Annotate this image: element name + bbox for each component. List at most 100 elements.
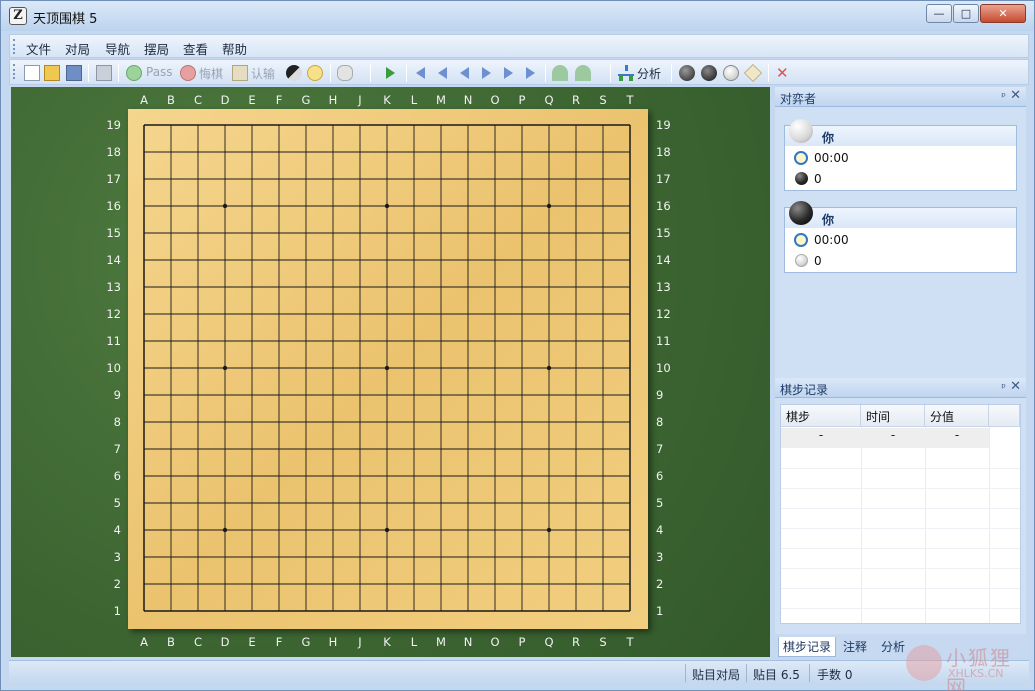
black-player-header: 你 — [785, 201, 1016, 228]
row-label: 13 — [106, 280, 121, 294]
grid-line — [781, 508, 1020, 509]
menu-view[interactable]: 查看 — [183, 39, 208, 58]
menu-help[interactable]: 帮助 — [222, 39, 247, 58]
column-label: G — [301, 635, 311, 649]
table-cell[interactable]: - — [925, 428, 989, 448]
maximize-button[interactable]: □ — [953, 4, 979, 23]
tab-analysis[interactable]: 分析 — [877, 637, 909, 656]
pass-button[interactable]: Pass — [146, 65, 173, 81]
prev-icon[interactable] — [457, 65, 473, 81]
clock-icon — [794, 151, 808, 165]
row-label: 2 — [656, 577, 664, 591]
play-icon[interactable] — [383, 65, 399, 81]
menu-navigate[interactable]: 导航 — [105, 39, 130, 58]
star-point — [546, 365, 552, 371]
column-label: K — [383, 93, 391, 107]
board-grid[interactable] — [128, 109, 648, 629]
open-icon[interactable] — [44, 65, 60, 81]
tab-comments[interactable]: 注释 — [839, 637, 871, 656]
column-label: E — [248, 93, 256, 107]
score-icon[interactable] — [286, 65, 302, 81]
close-button[interactable]: ✕ — [980, 4, 1026, 23]
star-point — [384, 203, 390, 209]
column-label: C — [193, 93, 203, 107]
table-cell[interactable]: - — [781, 428, 861, 448]
first-icon[interactable] — [413, 65, 429, 81]
column-header-time[interactable]: 时间 — [861, 405, 925, 427]
next-icon[interactable] — [479, 65, 495, 81]
black-player-card: 你 00:00 0 — [784, 201, 1017, 273]
status-komi: 贴目 6.5 — [753, 668, 800, 682]
white-stone-icon[interactable] — [723, 65, 739, 81]
column-label: G — [301, 93, 311, 107]
status-move-count: 手数 0 — [817, 668, 853, 682]
go-board[interactable] — [128, 109, 648, 629]
row-label: 17 — [656, 172, 671, 186]
close-panel-icon[interactable]: ✕ — [1010, 88, 1021, 103]
undo-button[interactable]: 悔棋 — [199, 65, 223, 81]
column-label: L — [410, 93, 418, 107]
tab-move-record[interactable]: 棋步记录 — [778, 637, 837, 657]
undo-icon[interactable] — [180, 65, 196, 81]
row-label: 13 — [656, 280, 671, 294]
pin-icon[interactable]: ᵖ — [1001, 90, 1006, 103]
black-stone-icon[interactable] — [701, 65, 717, 81]
delete-icon[interactable]: ✕ — [776, 65, 792, 81]
menu-game[interactable]: 对局 — [65, 39, 90, 58]
black-player-name: 你 — [822, 213, 835, 227]
toolbar-separator — [610, 64, 611, 82]
pass-icon[interactable] — [126, 65, 142, 81]
resign-icon[interactable] — [232, 65, 248, 81]
rotate-left-icon[interactable] — [552, 65, 568, 81]
column-header-move[interactable]: 棋步 — [781, 405, 861, 427]
resign-button[interactable]: 认输 — [251, 65, 275, 81]
menu-setup[interactable]: 摆局 — [144, 39, 169, 58]
black-captures: 0 — [814, 254, 822, 268]
new-icon[interactable] — [24, 65, 40, 81]
grid-line — [989, 405, 990, 623]
clock-icon — [794, 233, 808, 247]
app-window: Z 天顶围棋 5 — □ ✕ 文件 对局 导航 摆局 查看 帮助 Pass 悔棋… — [0, 0, 1035, 691]
minimize-button[interactable]: — — [926, 4, 952, 23]
status-separator — [809, 664, 810, 682]
row-label: 8 — [113, 415, 121, 429]
star-point — [222, 365, 228, 371]
column-label: O — [490, 635, 500, 649]
menu-bar: 文件 对局 导航 摆局 查看 帮助 — [9, 34, 1029, 58]
menu-file[interactable]: 文件 — [26, 39, 51, 58]
hint-icon[interactable] — [307, 65, 323, 81]
cup-icon[interactable] — [337, 65, 353, 81]
save-icon[interactable] — [66, 65, 82, 81]
rotate-right-icon[interactable] — [575, 65, 591, 81]
last-icon[interactable] — [523, 65, 539, 81]
next10-icon[interactable] — [501, 65, 517, 81]
analyze-button[interactable]: 分析 — [637, 65, 661, 81]
row-label: 5 — [113, 496, 121, 510]
column-label: B — [167, 93, 175, 107]
analyze-icon[interactable] — [618, 65, 634, 81]
white-player-card: 你 00:00 0 — [784, 119, 1017, 191]
pin-icon[interactable]: ᵖ — [1001, 381, 1006, 394]
row-label: 9 — [113, 388, 121, 402]
column-label: M — [436, 93, 446, 107]
print-icon[interactable] — [96, 65, 112, 81]
stones-icon[interactable] — [679, 65, 695, 81]
table-cell[interactable]: - — [861, 428, 925, 448]
column-label: S — [599, 635, 607, 649]
row-label: 14 — [656, 253, 671, 267]
column-header-score[interactable]: 分值 — [925, 405, 989, 427]
row-label: 14 — [106, 253, 121, 267]
move-record-table[interactable]: 棋步 时间 分值 - - - — [780, 404, 1021, 624]
row-label: 12 — [106, 307, 121, 321]
watermark-subtext: XHLKS.CN — [948, 667, 1004, 680]
column-label: F — [275, 635, 283, 649]
column-label: L — [410, 635, 418, 649]
side-panel: 对弈者 ᵖ ✕ 你 00:00 0 你 00:00 0 棋步记录 ᵖ ✕ 棋步 … — [775, 87, 1026, 657]
eraser-icon[interactable] — [743, 63, 763, 83]
close-panel-icon[interactable]: ✕ — [1010, 379, 1021, 394]
column-label: M — [436, 635, 446, 649]
toolbar-separator — [406, 64, 407, 82]
prev10-icon[interactable] — [435, 65, 451, 81]
star-point — [384, 527, 390, 533]
window-title: 天顶围棋 5 — [33, 12, 98, 27]
